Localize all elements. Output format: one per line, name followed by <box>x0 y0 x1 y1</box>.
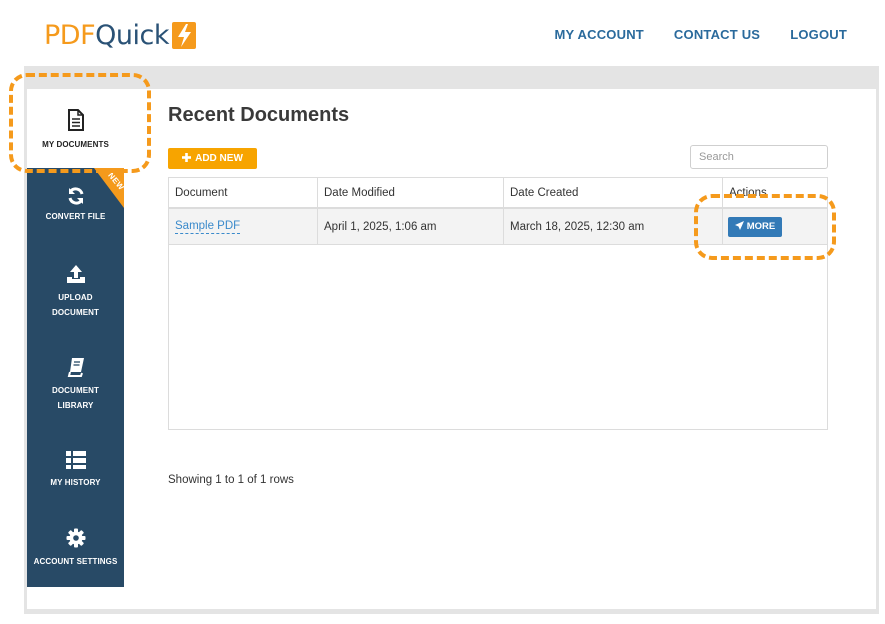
date-modified-cell: April 1, 2025, 1:06 am <box>318 209 504 244</box>
logo-pdf-text: PDF <box>44 19 96 51</box>
paper-plane-icon <box>734 220 744 233</box>
sync-icon <box>66 186 86 206</box>
sidebar-item-my-documents[interactable]: MY DOCUMENTS <box>27 89 124 168</box>
sidebar-item-document-library[interactable]: DOCUMENT LIBRARY <box>27 357 124 413</box>
add-new-button[interactable]: ADD NEW <box>168 148 257 169</box>
pagination-info: Showing 1 to 1 of 1 rows <box>168 474 294 486</box>
sidebar-item-label: LIBRARY <box>57 401 94 410</box>
sidebar-item-my-history[interactable]: MY HISTORY <box>27 450 124 490</box>
sidebar-item-account-settings[interactable]: ACCOUNT SETTINGS <box>27 528 124 569</box>
sidebar-item-label: UPLOAD <box>58 293 93 302</box>
gear-icon <box>66 528 86 548</box>
column-header-actions: Actions <box>729 186 767 199</box>
pdfquick-logo[interactable]: PDFQuick <box>44 18 196 52</box>
upload-icon <box>66 264 86 284</box>
my-account-link[interactable]: MY ACCOUNT <box>555 27 644 42</box>
add-new-label: ADD NEW <box>195 153 243 164</box>
sidebar-item-label: DOCUMENT <box>51 308 100 317</box>
sidebar-item-label: CONVERT FILE <box>45 212 106 221</box>
more-button[interactable]: MORE <box>728 216 782 237</box>
book-icon <box>67 357 85 377</box>
sidebar-item-convert-file[interactable]: CONVERT FILE <box>27 186 124 224</box>
logout-link[interactable]: LOGOUT <box>790 27 847 42</box>
list-icon <box>65 450 87 470</box>
sidebar-item-upload-document[interactable]: UPLOAD DOCUMENT <box>27 264 124 320</box>
sidebar-item-label: ACCOUNT SETTINGS <box>33 557 118 566</box>
actions-cell: MORE <box>723 209 827 244</box>
contact-us-link[interactable]: CONTACT US <box>674 27 760 42</box>
top-navigation: MY ACCOUNT CONTACT US LOGOUT <box>555 27 847 42</box>
page-title: Recent Documents <box>168 104 350 126</box>
table-header: Document Date Modified Date Created Acti… <box>169 178 827 209</box>
logo-quick-text: Quick <box>95 19 169 51</box>
sidebar-item-label: DOCUMENT <box>51 386 100 395</box>
search-input[interactable] <box>690 145 828 169</box>
column-header-date-modified[interactable]: Date Modified <box>318 178 504 207</box>
sidebar-item-label: MY HISTORY <box>50 478 101 487</box>
column-header-document[interactable]: Document <box>169 178 318 207</box>
column-header-date-created[interactable]: Date Created <box>504 178 723 207</box>
table-row: Sample PDF April 1, 2025, 1:06 am March … <box>169 209 827 245</box>
document-cell: Sample PDF <box>169 209 318 244</box>
document-link[interactable]: Sample PDF <box>175 220 241 234</box>
sidebar-item-label: MY DOCUMENTS <box>42 140 109 149</box>
plus-icon <box>182 152 192 165</box>
document-icon <box>67 109 85 131</box>
date-created-cell: March 18, 2025, 12:30 am <box>504 209 723 244</box>
lightning-bolt-icon <box>171 21 196 49</box>
more-label: MORE <box>746 221 776 232</box>
documents-table: Document Date Modified Date Created Acti… <box>168 177 828 430</box>
